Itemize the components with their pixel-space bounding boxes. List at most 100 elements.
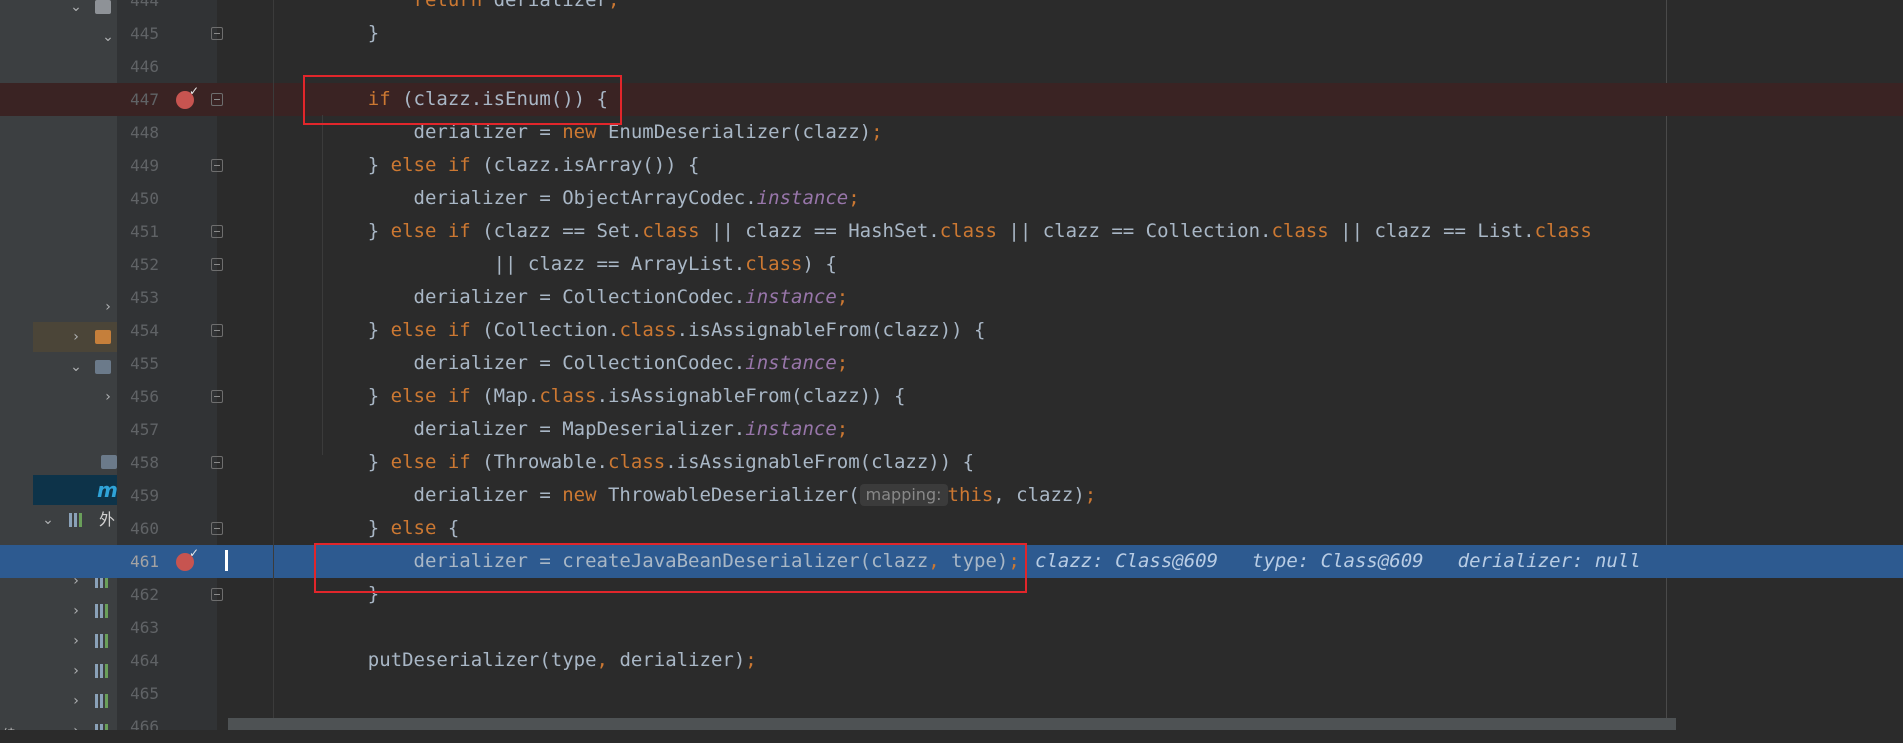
- code-token: ;: [836, 352, 849, 374]
- verified-check-icon: ✓: [188, 84, 199, 98]
- code-text[interactable]: } else if (Throwable.class.isAssignableF…: [322, 446, 974, 479]
- line-number[interactable]: 459: [117, 479, 159, 512]
- code-line[interactable]: 445 }: [0, 17, 1903, 50]
- code-token: derializer = CollectionCodec.: [322, 352, 746, 374]
- code-token: ;: [848, 187, 860, 209]
- fold-marker-icon[interactable]: [211, 390, 223, 403]
- code-token: , clazz): [993, 484, 1085, 506]
- code-token: class: [642, 220, 700, 242]
- line-number[interactable]: 464: [117, 644, 159, 677]
- horizontal-scrollbar[interactable]: [228, 718, 1676, 730]
- line-number[interactable]: 447: [117, 83, 159, 116]
- code-line[interactable]: 447 ✓ if (clazz.isEnum()) {: [0, 83, 1903, 116]
- code-token: ;: [871, 121, 883, 143]
- code-text[interactable]: }: [322, 17, 379, 50]
- code-line[interactable]: 463: [0, 611, 1903, 644]
- fold-marker-icon[interactable]: [211, 522, 223, 535]
- fold-marker-icon[interactable]: [211, 324, 223, 337]
- line-number[interactable]: 457: [117, 413, 159, 446]
- code-line[interactable]: 452 || clazz == ArrayList.class) {: [0, 248, 1903, 281]
- code-token: else if: [390, 385, 471, 407]
- code-line[interactable]: 459 derializer = new ThrowableDeserializ…: [0, 479, 1903, 512]
- code-token: ;: [836, 286, 849, 308]
- code-token: }: [322, 319, 391, 341]
- code-token: else if: [390, 220, 471, 242]
- code-text[interactable]: } else {: [322, 512, 460, 545]
- fold-marker-icon[interactable]: [211, 93, 223, 106]
- line-number[interactable]: 461: [117, 545, 159, 578]
- code-line[interactable]: 464 putDeserializer(type, derializer);: [0, 644, 1903, 677]
- line-number[interactable]: 453: [117, 281, 159, 314]
- line-number[interactable]: 450: [117, 182, 159, 215]
- line-number[interactable]: 452: [117, 248, 159, 281]
- line-number[interactable]: 460: [117, 512, 159, 545]
- debug-value: clazz: Class@609: [1035, 550, 1219, 572]
- fold-marker-icon[interactable]: [211, 456, 223, 469]
- line-number[interactable]: 463: [117, 611, 159, 644]
- code-token: .isAssignableFrom(clazz)) {: [596, 385, 906, 407]
- line-number[interactable]: 451: [117, 215, 159, 248]
- code-line[interactable]: 450 derializer = ObjectArrayCodec.instan…: [0, 182, 1903, 215]
- code-text[interactable]: derializer = CollectionCodec.instance;: [322, 281, 849, 314]
- line-number[interactable]: 455: [117, 347, 159, 380]
- code-line[interactable]: 456 } else if (Map.class.isAssignableFro…: [0, 380, 1903, 413]
- line-number[interactable]: 456: [117, 380, 159, 413]
- line-number[interactable]: 462: [117, 578, 159, 611]
- code-text[interactable]: } else if (Map.class.isAssignableFrom(cl…: [322, 380, 906, 413]
- code-token: }: [322, 517, 391, 539]
- code-text[interactable]: } else if (clazz.isArray()) {: [322, 149, 700, 182]
- line-number[interactable]: 454: [117, 314, 159, 347]
- code-line[interactable]: 465: [0, 677, 1903, 710]
- fold-marker-icon[interactable]: [211, 258, 223, 271]
- code-token: || clazz == Collection.: [996, 220, 1272, 242]
- code-text[interactable]: } else if (clazz == Set.class || clazz =…: [322, 215, 1592, 248]
- fold-marker-icon[interactable]: [211, 225, 223, 238]
- code-text[interactable]: return derializer;: [322, 0, 620, 17]
- code-token: }: [322, 385, 391, 407]
- line-number[interactable]: 444: [117, 0, 159, 17]
- code-token: }: [322, 154, 391, 176]
- code-text[interactable]: || clazz == ArrayList.class) {: [322, 248, 837, 281]
- code-token: else: [390, 517, 437, 539]
- code-line[interactable]: 444 return derializer;: [0, 0, 1903, 17]
- line-number[interactable]: 448: [117, 116, 159, 149]
- line-number[interactable]: 446: [117, 50, 159, 83]
- code-line[interactable]: 455 derializer = CollectionCodec.instanc…: [0, 347, 1903, 380]
- fold-marker-icon[interactable]: [211, 27, 223, 40]
- indent-guide: [273, 0, 274, 720]
- code-line[interactable]: 453 derializer = CollectionCodec.instanc…: [0, 281, 1903, 314]
- code-token: EnumDeserializer(clazz): [596, 121, 872, 143]
- code-line[interactable]: 451 } else if (clazz == Set.class || cla…: [0, 215, 1903, 248]
- code-token: class: [1271, 220, 1329, 242]
- line-number[interactable]: 449: [117, 149, 159, 182]
- line-number[interactable]: 458: [117, 446, 159, 479]
- code-token: class: [939, 220, 997, 242]
- code-text[interactable]: derializer = new ThrowableDeserializer(m…: [322, 479, 1096, 512]
- code-text[interactable]: derializer = MapDeserializer.instance;: [322, 413, 849, 446]
- code-line[interactable]: 454 } else if (Collection.class.isAssign…: [0, 314, 1903, 347]
- code-text[interactable]: putDeserializer(type, derializer);: [322, 644, 757, 677]
- code-token: derializer: [482, 0, 608, 11]
- code-token: ThrowableDeserializer(: [596, 484, 860, 506]
- code-text[interactable]: } else if (Collection.class.isAssignable…: [322, 314, 986, 347]
- code-token: derializer = ObjectArrayCodec.: [322, 187, 757, 209]
- code-text[interactable]: derializer = ObjectArrayCodec.instance;: [322, 182, 860, 215]
- breakpoint-icon[interactable]: ✓: [176, 547, 199, 571]
- code-line[interactable]: 448 derializer = new EnumDeserializer(cl…: [0, 116, 1903, 149]
- code-token: instance: [745, 286, 837, 308]
- code-line[interactable]: 449 } else if (clazz.isArray()) {: [0, 149, 1903, 182]
- code-token: || clazz == HashSet.: [699, 220, 940, 242]
- code-line[interactable]: 457 derializer = MapDeserializer.instanc…: [0, 413, 1903, 446]
- code-token: .isAssignableFrom(clazz)) {: [676, 319, 986, 341]
- line-number[interactable]: 445: [117, 17, 159, 50]
- code-token: }: [322, 451, 391, 473]
- code-token: derializer = CollectionCodec.: [322, 286, 746, 308]
- fold-marker-icon[interactable]: [211, 588, 223, 601]
- code-text[interactable]: derializer = CollectionCodec.instance;: [322, 347, 849, 380]
- line-number[interactable]: 465: [117, 677, 159, 710]
- code-line[interactable]: 460 } else {: [0, 512, 1903, 545]
- fold-marker-icon[interactable]: [211, 159, 223, 172]
- code-line[interactable]: 446: [0, 50, 1903, 83]
- code-line[interactable]: 458 } else if (Throwable.class.isAssigna…: [0, 446, 1903, 479]
- breakpoint-icon[interactable]: ✓: [176, 85, 199, 109]
